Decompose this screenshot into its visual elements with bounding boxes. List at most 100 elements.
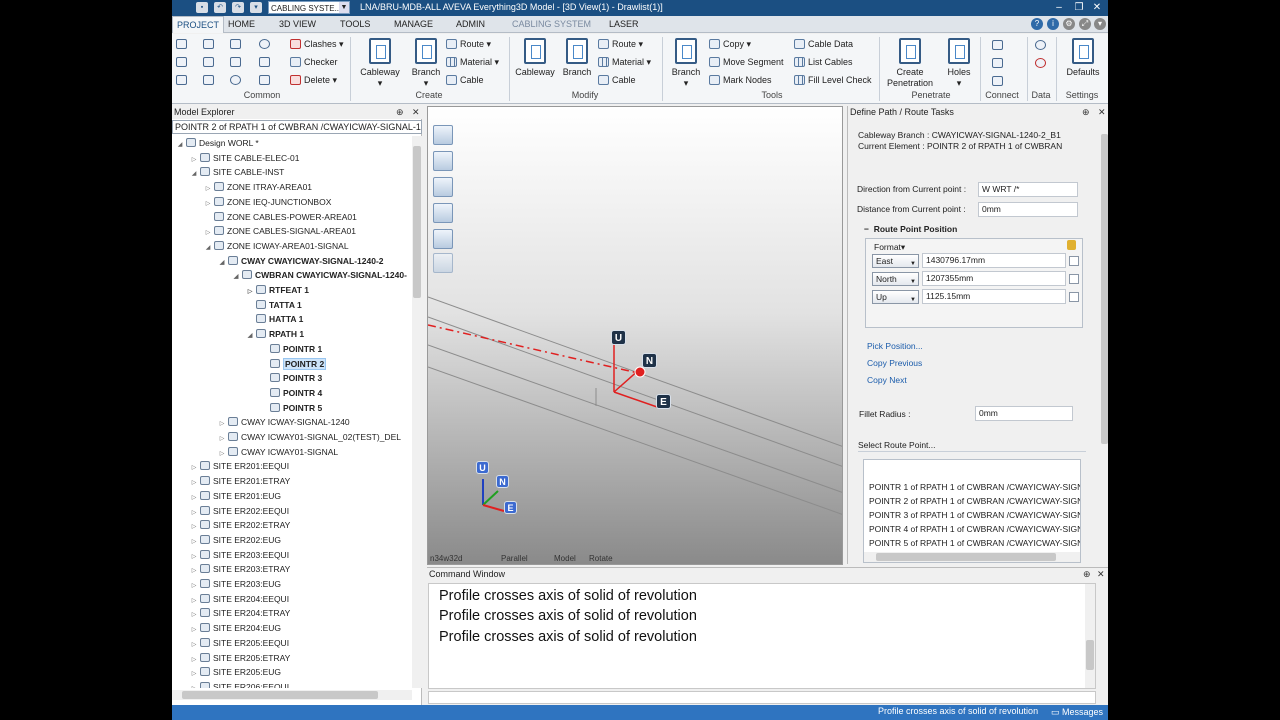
coord-axis-select-north[interactable]: North ▼ [872, 272, 919, 286]
expand-toggle-icon[interactable]: ◢ [176, 138, 184, 152]
tree-node[interactable]: ▷ SITE ER201:EUG [190, 489, 281, 503]
data-icon[interactable] [1035, 40, 1046, 50]
close-icon[interactable]: ✕ [1098, 106, 1106, 119]
tab-3d-view[interactable]: 3D VIEW [275, 16, 320, 33]
table-icon[interactable] [203, 75, 214, 85]
layers-icon[interactable] [176, 57, 187, 67]
modify-cableway-button[interactable]: Cableway [514, 38, 556, 78]
tree-node[interactable]: POINTR 1 [260, 342, 322, 356]
tree-node[interactable]: ▷ SITE ER203:ETRAY [190, 562, 290, 576]
help-icon[interactable]: ? [1031, 18, 1043, 30]
quick-access-menu-icon[interactable]: ▾ [250, 2, 262, 13]
tree-node[interactable]: ▷ CWAY ICWAY-SIGNAL-1240 [218, 415, 350, 429]
checker-button[interactable]: Checker [290, 56, 338, 68]
expand-toggle-icon[interactable]: ◢ [232, 270, 240, 284]
tree-node[interactable]: ▷ ZONE ITRAY-AREA01 [204, 180, 312, 194]
group-icon[interactable] [203, 57, 214, 67]
tree-node[interactable]: ◢ SITE CABLE-INST [190, 165, 284, 179]
move-icon[interactable] [230, 75, 241, 85]
3d-view[interactable]: U N E U N E n34w32d Parallel Model Rotat… [427, 106, 843, 565]
modify-cable-button[interactable]: Cable [598, 74, 636, 86]
window-menu-icon[interactable]: ▾ [1094, 18, 1106, 30]
tab-cabling-system[interactable]: CABLING SYSTEM [508, 16, 595, 33]
tree-node[interactable]: ▷ SITE ER202:EUG [190, 533, 281, 547]
create-cableway-button[interactable]: Cableway ▾ [358, 38, 402, 89]
rotate-icon[interactable] [259, 75, 270, 85]
move-segment-button[interactable]: Move Segment [709, 56, 784, 68]
clashes-button[interactable]: Clashes ▾ [290, 38, 344, 50]
east-lock-checkbox[interactable] [1069, 256, 1079, 266]
create-branch-button[interactable]: Branch ▾ [406, 38, 446, 89]
info-icon[interactable]: i [1047, 18, 1059, 30]
tree-node[interactable]: ◢ CWAY CWAYICWAY-SIGNAL-1240-2 [218, 254, 384, 268]
route-point-list[interactable]: POINTR 1 of RPATH 1 of CWBRAN /CWAYICWAY… [863, 459, 1081, 563]
modify-branch-button[interactable]: Branch [558, 38, 596, 78]
tree-node[interactable]: ▷ CWAY ICWAY01-SIGNAL_02(TEST)_DEL [218, 430, 401, 444]
format-dropdown[interactable]: Format▾ [874, 242, 905, 253]
tag-icon[interactable] [259, 57, 270, 67]
tree-node[interactable]: ▷ SITE ER202:EEQUI [190, 504, 289, 518]
attributes-icon[interactable] [230, 39, 241, 49]
explorer-path-field[interactable]: POINTR 2 of RPATH 1 of CWBRAN /CWAYICWAY… [172, 120, 422, 134]
route-point-marker[interactable] [634, 366, 646, 378]
modify-material-button[interactable]: Material ▾ [598, 56, 651, 68]
lock-icon[interactable] [1067, 240, 1076, 250]
vertical-scrollbar[interactable] [1100, 120, 1108, 564]
tree-node[interactable]: POINTR 3 [260, 371, 322, 385]
restore-button[interactable]: ❐ [1072, 1, 1086, 14]
tree-node[interactable]: ◢ RPATH 1 [246, 327, 304, 341]
view-tool-icon[interactable] [433, 253, 453, 273]
horizontal-scrollbar[interactable] [864, 552, 1080, 562]
close-icon[interactable]: ✕ [1097, 568, 1105, 581]
tree-node[interactable]: ▷ CWAY ICWAY01-SIGNAL [218, 445, 338, 459]
tree-node[interactable]: POINTR 5 [260, 401, 322, 415]
link-icon[interactable] [259, 39, 270, 49]
list-cables-button[interactable]: List Cables [794, 56, 853, 68]
dimension-icon[interactable] [176, 75, 187, 85]
tree-node[interactable]: ▷ SITE ER203:EUG [190, 577, 281, 591]
select-icon[interactable] [176, 39, 187, 49]
view-tool-icon[interactable] [433, 177, 453, 197]
up-value-input[interactable]: 1125.15mm [922, 289, 1066, 304]
mark-nodes-button[interactable]: Mark Nodes [709, 74, 772, 86]
tree-node[interactable]: ▷ SITE ER201:ETRAY [190, 474, 290, 488]
expand-toggle-icon[interactable]: ◢ [246, 329, 254, 343]
holes-button[interactable]: Holes ▾ [942, 38, 976, 89]
tab-project[interactable]: PROJECT [172, 16, 225, 33]
tab-manage[interactable]: MANAGE [390, 16, 437, 33]
tree-node[interactable]: ▷ SITE ER202:ETRAY [190, 518, 290, 532]
up-lock-checkbox[interactable] [1069, 292, 1079, 302]
fillet-radius-input[interactable]: 0mm [975, 406, 1073, 421]
distance-input[interactable]: 0mm [978, 202, 1078, 217]
tree-node[interactable]: POINTR 2 [260, 357, 327, 371]
view-tool-icon[interactable] [433, 151, 453, 171]
tree-node[interactable]: ▷ SITE ER201:EEQUI [190, 459, 289, 473]
expand-toggle-icon[interactable]: ▷ [190, 682, 198, 688]
modify-route-button[interactable]: Route ▾ [598, 38, 643, 50]
defaults-button[interactable]: Defaults [1062, 38, 1104, 78]
coord-axis-select-east[interactable]: East ▼ [872, 254, 919, 268]
pin-icon[interactable]: ⊕ [1082, 106, 1090, 119]
tab-laser[interactable]: LASER [605, 16, 643, 33]
tools-branch-button[interactable]: Branch ▾ [666, 38, 706, 89]
vertical-scrollbar[interactable] [412, 136, 422, 688]
tree-node[interactable]: ▷ SITE ER205:EUG [190, 665, 281, 679]
save-icon[interactable]: ▪ [196, 2, 208, 13]
minimize-button[interactable]: – [1052, 1, 1066, 14]
expand-icon[interactable]: ⤢ [1079, 18, 1091, 30]
tree-node[interactable]: ZONE CABLES-POWER-AREA01 [204, 210, 357, 224]
copy-button[interactable]: Copy ▾ [709, 38, 751, 50]
tree-node[interactable]: TATTA 1 [246, 298, 302, 312]
data-options-icon[interactable] [1035, 58, 1046, 68]
expand-toggle-icon[interactable]: ◢ [204, 241, 212, 255]
tab-tools[interactable]: TOOLS [336, 16, 374, 33]
vertical-scrollbar[interactable] [1085, 584, 1095, 688]
cable-data-button[interactable]: Cable Data [794, 38, 853, 50]
create-route-button[interactable]: Route ▾ [446, 38, 491, 50]
scrollbar-thumb[interactable] [876, 553, 1056, 561]
undo-icon[interactable]: ↶ [214, 2, 226, 13]
pin-icon[interactable]: ⊕ [1083, 568, 1091, 581]
copy-next-link[interactable]: Copy Next [867, 375, 907, 385]
tree-node[interactable]: ▷ SITE ER204:ETRAY [190, 606, 290, 620]
coord-axis-select-up[interactable]: Up ▼ [872, 290, 919, 304]
